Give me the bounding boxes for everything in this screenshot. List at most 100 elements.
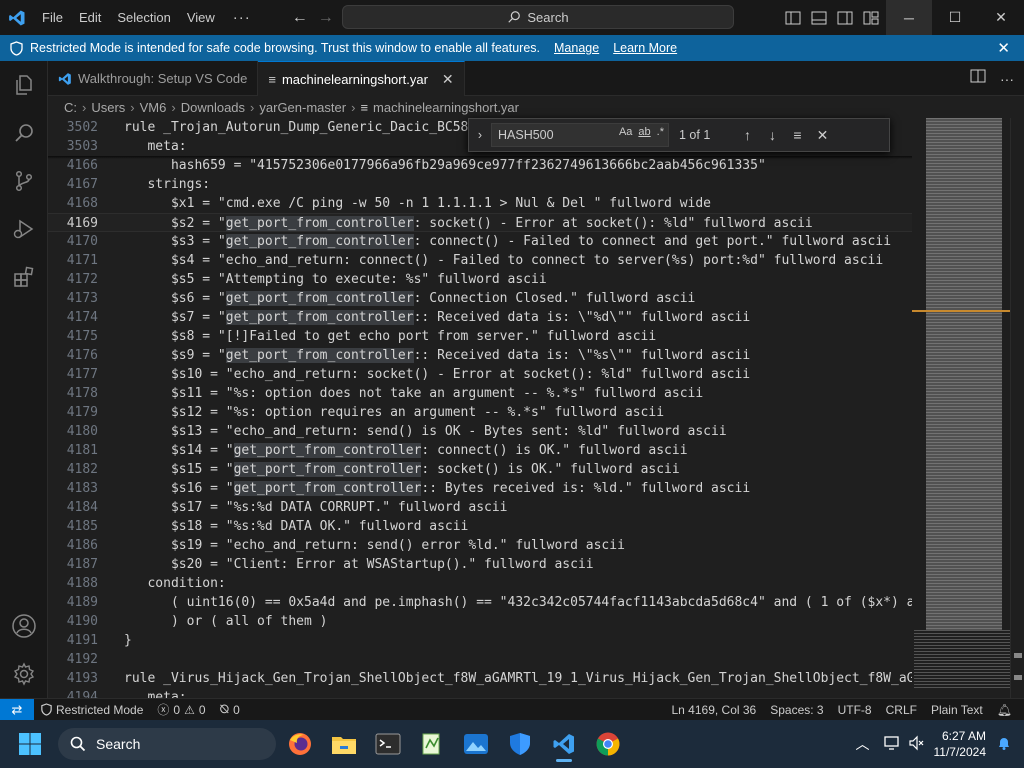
notifications-bell-icon[interactable]: [996, 735, 1012, 754]
toggle-primary-sidebar-icon[interactable]: [784, 9, 802, 27]
network-icon[interactable]: [883, 735, 902, 754]
tab-machinelearningshort[interactable]: ≡ machinelearningshort.yar ✕: [258, 61, 465, 96]
restricted-mode-status[interactable]: Restricted Mode: [34, 699, 150, 721]
back-arrow-icon[interactable]: ←: [287, 9, 313, 27]
code-line[interactable]: 4169 $s2 = "get_port_from_controller: so…: [48, 213, 912, 232]
code-line[interactable]: 4178 $s11 = "%s: option does not take an…: [48, 384, 912, 403]
problems-status[interactable]: ⓧ 0 ⚠ 0: [150, 699, 212, 721]
code-line[interactable]: 4193 rule _Virus_Hijack_Gen_Trojan_ShellO…: [48, 669, 912, 688]
code-line[interactable]: 4191}: [48, 631, 912, 650]
notepad-plus-icon[interactable]: [414, 726, 450, 762]
remote-indicator-icon[interactable]: ⇄: [0, 698, 34, 721]
previous-match-arrow-icon[interactable]: ↑: [735, 127, 760, 143]
forward-arrow-icon[interactable]: →: [313, 9, 339, 27]
settings-gear-icon[interactable]: [0, 650, 48, 698]
find-input[interactable]: HASH500 Aa ab .*: [491, 123, 669, 147]
menu-file[interactable]: File: [34, 0, 71, 35]
next-match-arrow-icon[interactable]: ↓: [760, 127, 785, 143]
breadcrumb-item[interactable]: Users: [91, 100, 125, 115]
close-window-button[interactable]: ✕: [978, 0, 1024, 35]
photos-icon[interactable]: [458, 726, 494, 762]
menu-view[interactable]: View: [179, 0, 223, 35]
terminal-icon[interactable]: [370, 726, 406, 762]
breadcrumb-item[interactable]: Downloads: [181, 100, 245, 115]
code-line[interactable]: 4173 $s6 = "get_port_from_controller: Co…: [48, 289, 912, 308]
language-mode[interactable]: Plain Text: [924, 699, 990, 721]
code-line[interactable]: 4168 $x1 = "cmd.exe /C ping -w 50 -n 1 1…: [48, 194, 912, 213]
learn-more-link[interactable]: Learn More: [613, 41, 677, 55]
code-line[interactable]: 4181 $s14 = "get_port_from_controller: c…: [48, 441, 912, 460]
use-regex-toggle[interactable]: .*: [657, 126, 664, 138]
search-icon[interactable]: [0, 109, 48, 157]
vscode-taskbar-icon[interactable]: [546, 726, 582, 762]
code-line[interactable]: 4176 $s9 = "get_port_from_controller:: R…: [48, 346, 912, 365]
match-whole-word-toggle[interactable]: ab: [638, 126, 650, 138]
code-line[interactable]: 4170 $s3 = "get_port_from_controller: co…: [48, 232, 912, 251]
code-line[interactable]: 4190 ) or ( all of them ): [48, 612, 912, 631]
windows-start-icon[interactable]: [18, 732, 42, 761]
code-line[interactable]: 4188 condition:: [48, 574, 912, 593]
code-line[interactable]: 4167 strings:: [48, 175, 912, 194]
ports-status[interactable]: ⦰ 0: [213, 699, 247, 721]
code-line[interactable]: 4194 meta:: [48, 688, 912, 698]
close-find-icon[interactable]: ✕: [810, 127, 835, 144]
code-line[interactable]: 4179 $s12 = "%s: option requires an argu…: [48, 403, 912, 422]
code-line[interactable]: 4174 $s7 = "get_port_from_controller:: R…: [48, 308, 912, 327]
tab-walkthrough[interactable]: Walkthrough: Setup VS Code: [48, 61, 259, 96]
customize-layout-icon[interactable]: [862, 9, 880, 27]
code-line[interactable]: 4184 $s17 = "%s:%d DATA CORRUPT." fullwo…: [48, 498, 912, 517]
code-line[interactable]: 4175 $s8 = "[!]Failed to get echo port f…: [48, 327, 912, 346]
run-debug-icon[interactable]: [0, 205, 48, 253]
toggle-secondary-sidebar-icon[interactable]: [836, 9, 854, 27]
maximize-button[interactable]: ☐: [932, 0, 978, 35]
code-line[interactable]: 4186 $s19 = "echo_and_return: send() err…: [48, 536, 912, 555]
minimize-button[interactable]: ─: [886, 0, 932, 35]
close-icon[interactable]: ✕: [997, 39, 1010, 57]
encoding[interactable]: UTF-8: [831, 699, 879, 721]
more-menu-button[interactable]: ···: [223, 9, 261, 26]
clock[interactable]: 6:27 AM 11/7/2024: [934, 728, 987, 760]
code-line[interactable]: 4177 $s10 = "echo_and_return: socket() -…: [48, 365, 912, 384]
find-in-selection-icon[interactable]: ≡: [785, 127, 810, 143]
toggle-replace-chevron-icon[interactable]: ›: [469, 128, 491, 142]
code-editor[interactable]: 3502 rule _Trojan_Autorun_Dump_Generic_Da…: [48, 118, 912, 698]
breadcrumb-item[interactable]: machinelearningshort.yar: [373, 100, 519, 115]
end-of-line[interactable]: CRLF: [879, 699, 924, 721]
volume-muted-icon[interactable]: [908, 735, 924, 754]
taskbar-search[interactable]: Search: [58, 728, 276, 760]
command-center-search[interactable]: Search: [342, 5, 734, 29]
menu-edit[interactable]: Edit: [71, 0, 109, 35]
breadcrumb-item[interactable]: VM6: [140, 100, 167, 115]
extensions-icon[interactable]: [0, 253, 48, 301]
breadcrumb-item[interactable]: C:: [64, 100, 77, 115]
more-actions-icon[interactable]: ···: [1000, 71, 1014, 87]
code-line[interactable]: 4183 $s16 = "get_port_from_controller:: …: [48, 479, 912, 498]
code-line[interactable]: 4187 $s20 = "Client: Error at WSAStartup…: [48, 555, 912, 574]
cursor-position[interactable]: Ln 4169, Col 36: [665, 699, 764, 721]
code-line[interactable]: 4171 $s4 = "echo_and_return: connect() -…: [48, 251, 912, 270]
chrome-icon[interactable]: [590, 726, 626, 762]
minimap[interactable]: [912, 118, 1010, 698]
code-line[interactable]: 4189 ( uint16(0) == 0x5a4d and pe.imphas…: [48, 593, 912, 612]
match-case-toggle[interactable]: Aa: [619, 126, 632, 138]
source-control-icon[interactable]: [0, 157, 48, 205]
menu-selection[interactable]: Selection: [109, 0, 178, 35]
code-line[interactable]: 4180 $s13 = "echo_and_return: send() is …: [48, 422, 912, 441]
vertical-scrollbar[interactable]: [1010, 118, 1024, 698]
chevron-up-icon[interactable]: ︿: [856, 734, 870, 754]
windows-security-icon[interactable]: [502, 726, 538, 762]
toggle-panel-icon[interactable]: [810, 9, 828, 27]
close-tab-icon[interactable]: ✕: [442, 71, 454, 88]
explorer-icon[interactable]: [0, 61, 48, 109]
code-line[interactable]: 4172 $s5 = "Attempting to execute: %s" f…: [48, 270, 912, 289]
breadcrumb-item[interactable]: yarGen-master: [259, 100, 346, 115]
split-editor-icon[interactable]: [970, 69, 986, 88]
firefox-icon[interactable]: [282, 726, 318, 762]
file-explorer-icon[interactable]: [326, 726, 362, 762]
indentation[interactable]: Spaces: 3: [763, 699, 830, 721]
accounts-icon[interactable]: [0, 602, 48, 650]
code-line[interactable]: 4185 $s18 = "%s:%d DATA OK." fullword as…: [48, 517, 912, 536]
manage-link[interactable]: Manage: [554, 41, 599, 55]
code-line[interactable]: 4192: [48, 650, 912, 669]
code-line[interactable]: 4182 $s15 = "get_port_from_controller: s…: [48, 460, 912, 479]
